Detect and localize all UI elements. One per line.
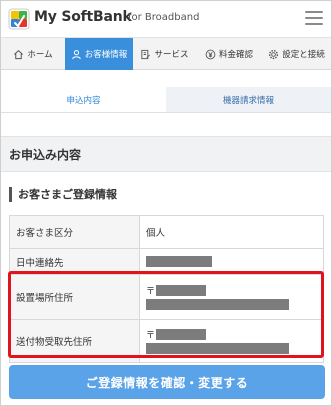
nav-item-customer-info[interactable]: お客様情報 (65, 38, 133, 70)
brand-name: My SoftBank (34, 9, 132, 25)
table-row: お客さま区分 個人 (9, 215, 324, 249)
section-title: お申込み内容 (1, 136, 331, 172)
page-frame: My SoftBank for Broadband ホーム お客様情報 サービス (0, 0, 332, 406)
row-label: 設置場所住所 (9, 274, 140, 320)
nav-item-fee[interactable]: 料金確認 (196, 38, 262, 70)
customer-info-heading-text: お客さまご登録情報 (18, 188, 117, 201)
redacted-address (146, 342, 289, 354)
softbank-logo (8, 8, 30, 30)
document-icon (141, 49, 151, 59)
nav-item-label: 料金確認 (218, 50, 253, 60)
confirm-change-registration-button[interactable]: ご登録情報を確認・変更する (9, 365, 325, 399)
redacted-postal-code (156, 284, 207, 296)
row-value: 〒 (139, 274, 324, 320)
address-line (146, 297, 323, 311)
app-header: My SoftBank for Broadband (1, 1, 331, 37)
row-value (139, 248, 324, 275)
table-row: 日中連絡先 (9, 248, 324, 275)
nav-item-home[interactable]: ホーム (1, 38, 65, 70)
table-row: 送付物受取先住所 〒 (9, 319, 324, 363)
row-label: お客さま区分 (9, 215, 140, 249)
postal-line: 〒 (146, 283, 323, 297)
postal-mark: 〒 (146, 330, 156, 341)
redacted-postal-code (156, 328, 207, 340)
customer-info-table: お客さま区分 個人 日中連絡先 設置場所住所 〒 送付物受取先住所 〒 (9, 215, 324, 363)
person-icon (71, 49, 81, 59)
brand-subtitle: for Broadband (128, 12, 200, 23)
nav-item-label: サービス (154, 50, 189, 60)
yen-icon (205, 49, 216, 59)
table-row: 設置場所住所 〒 (9, 274, 324, 320)
postal-line: 〒 (146, 327, 323, 341)
nav-item-label: ホーム (27, 50, 53, 60)
nav-item-label: お客様情報 (84, 50, 128, 60)
nav-item-service[interactable]: サービス (133, 38, 196, 70)
tab-device-billing-info[interactable]: 機器請求情報 (166, 87, 331, 112)
redacted-address (146, 298, 289, 310)
sub-tabs: 申込内容 機器請求情報 (1, 87, 331, 113)
hamburger-menu-icon[interactable] (305, 11, 323, 25)
row-value: 〒 (139, 319, 324, 363)
row-value: 個人 (139, 215, 324, 249)
customer-info-heading: お客さまご登録情報 (9, 185, 117, 203)
row-label: 日中連絡先 (9, 248, 140, 275)
gear-icon (269, 49, 279, 59)
nav-item-settings[interactable]: 設定と接続 (262, 38, 331, 70)
nav-item-label: 設定と接続 (282, 50, 325, 60)
postal-mark: 〒 (146, 286, 156, 297)
home-icon (14, 49, 24, 59)
address-line (146, 341, 323, 355)
row-label: 送付物受取先住所 (9, 319, 140, 363)
redacted-phone (146, 256, 212, 267)
main-nav: ホーム お客様情報 サービス 料金確認 設定と接続 (1, 37, 331, 70)
tab-application-details[interactable]: 申込内容 (1, 87, 166, 112)
